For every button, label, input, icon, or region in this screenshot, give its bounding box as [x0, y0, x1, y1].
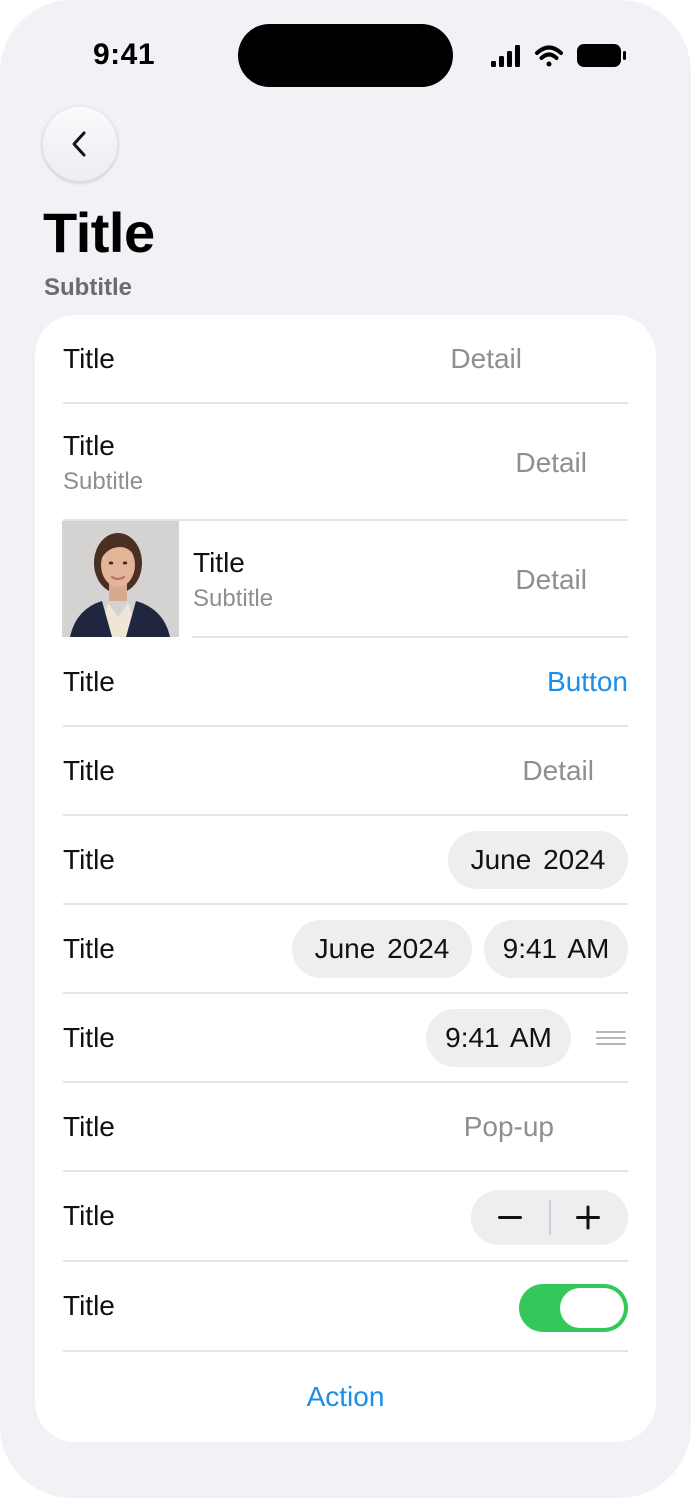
status-time: 9:41 — [93, 38, 156, 71]
drag-handle-icon[interactable] — [596, 1030, 626, 1046]
row-title: Title — [63, 755, 115, 786]
minus-icon — [498, 1216, 522, 1219]
row-title: Title — [63, 430, 115, 461]
row-detail: Detail — [515, 447, 587, 478]
list-row[interactable]: Title Button — [35, 638, 656, 727]
portrait-photo — [62, 521, 179, 637]
chevron-left-icon — [72, 131, 86, 157]
list-row[interactable]: Title Subtitle Detail — [35, 404, 656, 521]
quantity-stepper[interactable] — [471, 1190, 628, 1245]
row-title: Title — [63, 1200, 115, 1231]
list-row[interactable]: Title June 2024 — [35, 816, 656, 905]
row-title: Title — [63, 343, 115, 374]
plus-icon — [576, 1205, 600, 1230]
toggle-knob — [560, 1288, 624, 1328]
settings-card: Title Detail Title Subtitle Detail Title… — [35, 315, 656, 1442]
list-row[interactable]: Title 9:41 AM — [35, 994, 656, 1083]
toggle-switch[interactable] — [519, 1284, 628, 1332]
row-detail: Detail — [522, 755, 594, 786]
row-detail: Detail — [515, 564, 587, 595]
stepper-decrement-button[interactable] — [471, 1190, 549, 1245]
row-subtitle: Subtitle — [63, 468, 144, 495]
battery-icon — [577, 44, 626, 67]
status-icons — [491, 44, 626, 67]
date-picker-button[interactable]: June 2024 — [292, 920, 472, 978]
divider — [63, 1350, 628, 1352]
signal-icon — [491, 45, 520, 67]
popup-button[interactable]: Pop-up — [464, 1111, 554, 1143]
list-row[interactable]: Title — [35, 1262, 656, 1352]
page-title: Title — [43, 201, 155, 264]
time-picker-button[interactable]: 9:41 AM — [426, 1009, 571, 1067]
list-row[interactable]: Title June 2024 9:41 AM — [35, 905, 656, 994]
row-title: Title — [193, 547, 245, 578]
list-row[interactable]: Title Detail — [35, 315, 656, 404]
row-detail: Detail — [450, 343, 522, 374]
list-row[interactable]: Title — [35, 1172, 656, 1262]
date-picker-button[interactable]: June 2024 — [448, 831, 628, 889]
page-subtitle: Subtitle — [44, 274, 132, 301]
row-title: Title — [63, 666, 115, 697]
row-title: Title — [63, 933, 115, 964]
back-button[interactable] — [42, 106, 118, 182]
list-row[interactable]: Title Pop-up — [35, 1083, 656, 1172]
row-title: Title — [63, 1290, 115, 1321]
row-title: Title — [63, 1111, 115, 1142]
phone-screen: 9:41 Title Subtitle Title Detail Title S… — [0, 0, 691, 1498]
dynamic-island — [238, 24, 453, 87]
row-subtitle: Subtitle — [193, 585, 274, 612]
time-picker-button[interactable]: 9:41 AM — [484, 920, 628, 978]
stepper-increment-button[interactable] — [550, 1190, 628, 1245]
row-title: Title — [63, 844, 115, 875]
action-button[interactable]: Action — [35, 1381, 656, 1413]
wifi-icon — [535, 45, 563, 67]
row-title: Title — [63, 1022, 115, 1053]
list-row[interactable]: Title Detail — [35, 727, 656, 816]
row-action-button[interactable]: Button — [547, 666, 628, 698]
